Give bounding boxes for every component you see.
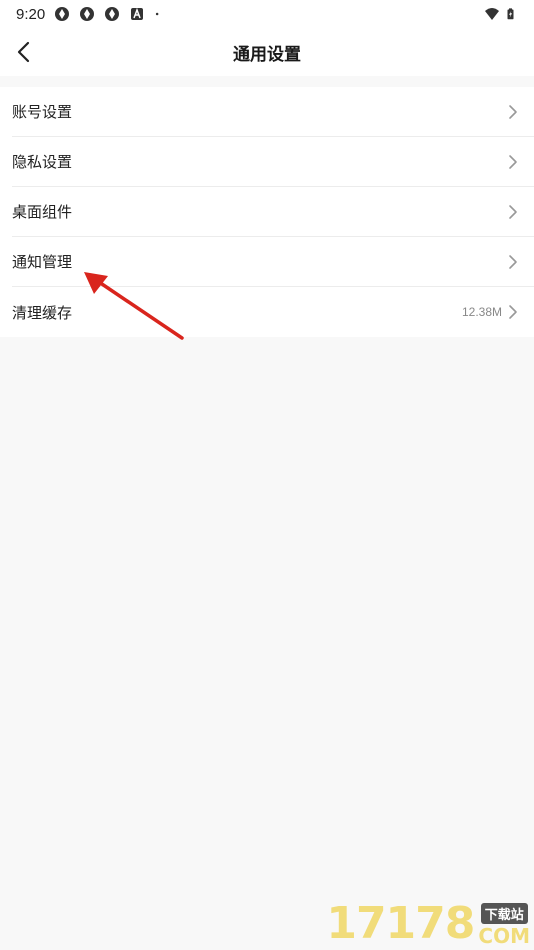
item-label: 桌面组件: [12, 203, 73, 221]
aperture-icon: [105, 7, 120, 21]
item-right: [506, 254, 520, 270]
aperture-icon: [80, 7, 95, 21]
item-label: 通知管理: [12, 253, 73, 271]
settings-item-desktop-widgets[interactable]: 桌面组件: [12, 187, 534, 237]
chevron-right-icon: [509, 204, 517, 219]
chevron-right-icon: [509, 254, 517, 269]
status-right: [484, 6, 518, 22]
item-label: 清理缓存: [12, 303, 73, 322]
watermark-right: 下载站 COM: [478, 903, 530, 946]
settings-item-account[interactable]: 账号设置: [12, 87, 534, 137]
status-left: 9:20: [16, 6, 164, 23]
item-right: [506, 104, 520, 120]
status-time: 9:20: [16, 5, 46, 23]
settings-item-privacy[interactable]: 隐私设置: [12, 137, 534, 187]
status-bar: 9:20: [0, 0, 534, 28]
back-button[interactable]: [10, 38, 38, 66]
watermark-digits: 17178: [326, 898, 475, 949]
watermark-suffix: COM: [478, 924, 530, 948]
item-right: [506, 154, 520, 170]
site-watermark: 17178 下载站 COM: [326, 898, 530, 949]
item-label: 隐私设置: [12, 153, 73, 171]
chevron-right-icon: [509, 154, 517, 169]
annotation-arrow-icon: [84, 272, 184, 340]
item-label: 账号设置: [12, 103, 73, 121]
dot-icon: [156, 12, 159, 16]
item-right: 12.38M: [462, 304, 520, 320]
accessibility-a-icon: [131, 7, 144, 20]
watermark-badge: 下载站: [480, 903, 528, 924]
chevron-left-icon: [17, 41, 30, 63]
cache-size-value: 12.38M: [461, 305, 502, 319]
chevron-right-icon: [509, 104, 517, 119]
app-header: 通用设置: [0, 28, 534, 76]
section-gap: [0, 76, 534, 87]
chevron-right-icon: [509, 305, 517, 319]
page-title: 通用设置: [233, 44, 301, 65]
item-right: [506, 204, 520, 220]
wifi-icon: [485, 8, 499, 20]
aperture-icon: [55, 7, 70, 21]
battery-icon: [507, 8, 514, 20]
